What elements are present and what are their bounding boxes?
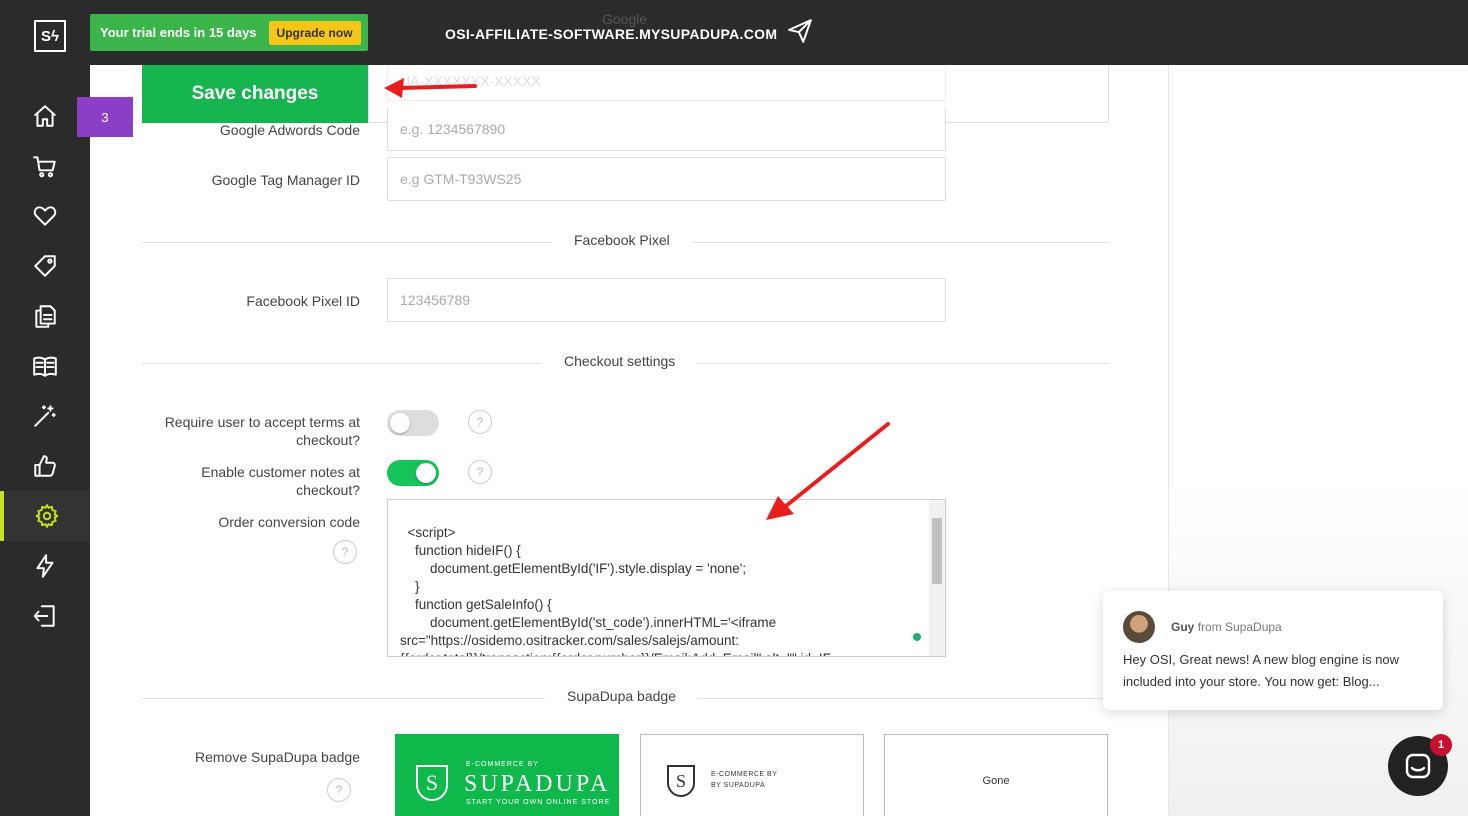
badge-card2-line1: E-COMMERCE BY (711, 771, 778, 778)
ghost-section-heading: Google (602, 11, 648, 27)
pixel-label: Facebook Pixel ID (246, 293, 360, 309)
chat-unread-badge: 1 (1430, 734, 1452, 756)
toggle-knob (390, 413, 410, 433)
sidebar-item-pages[interactable] (0, 291, 90, 341)
store-domain[interactable]: OSI-AFFILIATE-SOFTWARE.MYSUPADUPA.COM (445, 26, 777, 42)
chat-popup[interactable]: Guy from SupaDupa Hey OSI, Great news! A… (1103, 591, 1443, 710)
chat-sender-suffix: from SupaDupa (1197, 620, 1282, 634)
sidebar-item-favorites[interactable] (0, 191, 90, 241)
visit-store-icon[interactable] (787, 18, 813, 44)
badge-help-icon[interactable]: ? (327, 778, 351, 802)
heart-icon (33, 206, 57, 226)
badge-card3-label: Gone (982, 775, 1010, 787)
sidebar-item-logout[interactable] (0, 591, 90, 641)
adwords-input[interactable]: e.g. 1234567890 (387, 107, 946, 151)
terms-help-icon[interactable]: ? (468, 410, 492, 434)
badge-card1-brand: SUPADUPA (464, 771, 611, 797)
supadupa-logo-icon: S (416, 765, 448, 801)
terms-label: Require user to accept terms at checkout… (164, 414, 360, 448)
lightning-icon (36, 554, 54, 578)
remove-badge-label: Remove SupaDupa badge (194, 749, 360, 765)
top-bar: Google Your trial ends in 15 days Upgrad… (90, 0, 1468, 65)
terms-toggle[interactable] (387, 410, 439, 436)
badge-card2-line2: BY SUPADUPA (711, 782, 766, 789)
badge-option-full[interactable]: E-COMMERCE BY S SUPADUPA START YOUR OWN … (395, 734, 619, 816)
sidebar-item-marketing[interactable] (0, 441, 90, 491)
trial-banner: Your trial ends in 15 days Upgrade now (90, 14, 368, 51)
notes-toggle[interactable] (387, 460, 439, 486)
trial-text: Your trial ends in 15 days (100, 25, 257, 40)
pixel-input[interactable]: 123456789 (387, 278, 946, 322)
grammar-dot (913, 633, 921, 641)
upgrade-button[interactable]: Upgrade now (268, 20, 361, 45)
sidebar-item-blog[interactable] (0, 341, 90, 391)
chat-icon (1405, 753, 1431, 779)
sidebar-item-apps[interactable] (0, 541, 90, 591)
notes-help-icon[interactable]: ? (468, 460, 492, 484)
sidebar-item-orders[interactable] (0, 141, 90, 191)
badge-section-divider: SupaDupa badge (142, 688, 1109, 704)
thumbs-up-icon (34, 455, 56, 477)
badge-card1-top: E-COMMERCE BY (466, 761, 539, 768)
save-changes-button[interactable]: Save changes (142, 65, 368, 123)
code-scrollbar[interactable] (929, 500, 945, 656)
google-analytics-input[interactable]: UA-XXXXXXX-XXXXX (387, 65, 946, 101)
adwords-label: Google Adwords Code (219, 122, 360, 138)
conversion-label: Order conversion code (218, 514, 360, 530)
gear-icon (35, 504, 59, 528)
pages-icon (35, 305, 56, 328)
badge-option-minimal[interactable]: S E-COMMERCE BY BY SUPADUPA (640, 734, 864, 816)
book-icon (33, 356, 57, 377)
badge-section-title: SupaDupa badge (545, 688, 698, 704)
badge-card1-bottom: START YOUR OWN ONLINE STORE (466, 799, 611, 806)
checkout-section-divider: Checkout settings (142, 353, 1109, 369)
facebook-section-divider: Facebook Pixel (142, 232, 1109, 248)
magic-wand-icon (34, 405, 56, 427)
sidebar-item-design[interactable] (0, 391, 90, 441)
supadupa-logo-icon: S (667, 765, 695, 797)
conversion-help-icon[interactable]: ? (333, 540, 357, 564)
chat-sender: Guy from SupaDupa (1171, 620, 1282, 634)
avatar (1123, 611, 1155, 643)
conversion-code-textarea[interactable]: <script> function hideIF() { document.ge… (387, 499, 946, 657)
toggle-knob (416, 463, 436, 483)
sidebar-item-settings[interactable] (0, 491, 90, 541)
chat-sender-name: Guy (1171, 620, 1195, 634)
notes-label: Enable customer notes at checkout? (201, 464, 360, 498)
conversion-code-text: <script> function hideIF() { document.ge… (400, 525, 831, 656)
sidebar-item-discounts[interactable] (0, 241, 90, 291)
facebook-section-title: Facebook Pixel (552, 232, 692, 248)
tag-icon (34, 255, 56, 277)
checkout-section-title: Checkout settings (542, 353, 698, 369)
chat-message: Hey OSI, Great news! A new blog engine i… (1123, 652, 1400, 689)
logo[interactable]: Sϟ (34, 20, 66, 52)
cart-icon (33, 156, 56, 178)
gtm-input[interactable]: e.g GTM-T93WS25 (387, 157, 946, 201)
gtm-label: Google Tag Manager ID (211, 172, 360, 188)
home-icon (34, 105, 56, 127)
step-badge: 3 (77, 97, 133, 137)
badge-option-gone[interactable]: Gone (884, 734, 1108, 816)
code-scrollbar-thumb[interactable] (932, 518, 942, 584)
logout-icon (33, 605, 55, 627)
